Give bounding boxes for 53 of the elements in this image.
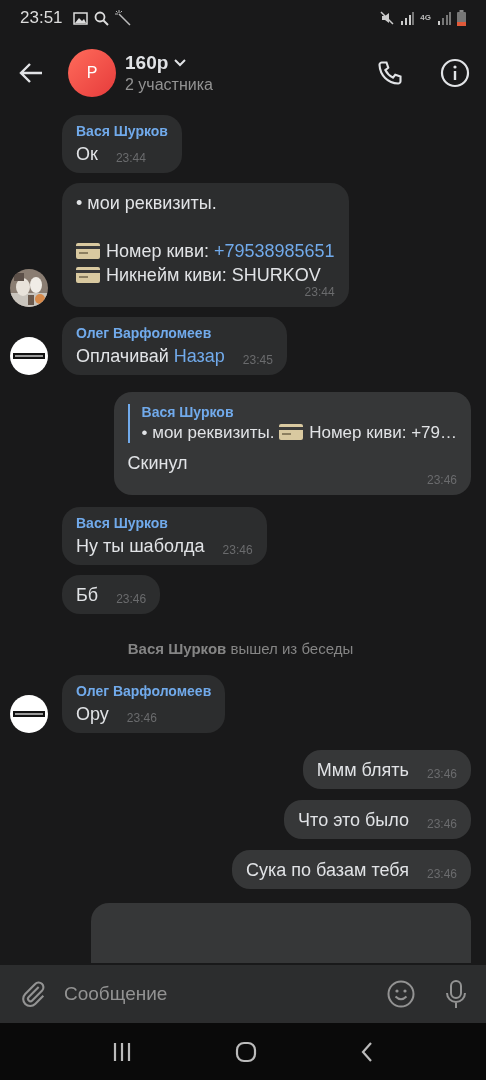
image-icon — [72, 11, 88, 25]
message-input[interactable]: Сообщение — [62, 982, 372, 1006]
message-text: Сука по базам тебя — [246, 859, 409, 882]
recent-apps-button[interactable] — [111, 1042, 132, 1061]
link[interactable]: +79538985651 — [213, 241, 335, 261]
call-button[interactable] — [376, 59, 404, 87]
message-time: 23:44 — [304, 285, 335, 299]
message-time: 23:45 — [242, 353, 273, 367]
network-type: 4G — [420, 14, 431, 22]
message-composer[interactable]: Сообщение — [0, 965, 486, 1023]
message-text: • мои реквизиты. — [76, 192, 218, 215]
message-text: Оплачивай Назар — [76, 345, 225, 368]
back-nav-button[interactable] — [360, 1040, 375, 1063]
info-button[interactable] — [440, 58, 470, 88]
message-text: Что это было — [298, 809, 409, 832]
chevron-down-icon[interactable] — [174, 59, 187, 67]
home-button[interactable] — [235, 1040, 257, 1063]
message-text: Ну ты шаболда — [76, 535, 205, 558]
message-time: 23:46 — [222, 543, 253, 557]
message-text: Ору — [76, 703, 109, 726]
reply-quote[interactable]: Вася Шурков • мои реквизиты. Номер киви: +79… — [127, 404, 457, 443]
sender-name: Вася Шурков — [76, 515, 169, 531]
mute-icon — [380, 11, 395, 25]
status-time: 23:51 — [20, 8, 63, 28]
battery-icon — [457, 10, 466, 26]
search-icon — [93, 10, 109, 26]
message-text: Скинул — [127, 452, 189, 475]
message-text: Бб — [76, 584, 99, 607]
magic-wand-icon — [114, 10, 131, 26]
message-time: 23:46 — [116, 592, 147, 606]
message-time: 23:44 — [115, 151, 146, 165]
chat-title[interactable]: 160р — [125, 52, 169, 74]
sender-name: Вася Шурков — [76, 123, 168, 139]
message-text: Ок — [76, 143, 98, 166]
link[interactable]: Назар — [173, 346, 225, 366]
quote-sender: Вася Шурков — [141, 404, 235, 420]
logo-avatar-icon — [10, 337, 48, 375]
back-button[interactable] — [18, 62, 44, 84]
microphone-button[interactable] — [444, 979, 468, 1009]
signal-icon — [400, 11, 415, 25]
emoji-button[interactable] — [386, 979, 416, 1009]
message-time: 23:46 — [126, 711, 157, 725]
message-text: Никнейм киви: SHURKOV — [76, 263, 335, 287]
message-text: Ммм блять — [316, 759, 409, 782]
member-count: 2 участника — [125, 76, 214, 94]
chat-avatar: Р — [68, 49, 116, 97]
sender-name: Олег Варфоломеев — [76, 325, 213, 341]
logo-avatar-icon — [10, 695, 48, 733]
quote-text: • мои реквизиты. Номер киви: +79… — [141, 423, 457, 443]
sender-name: Олег Варфоломеев — [76, 683, 212, 699]
system-message: Вася Шурков вышел из беседы — [127, 640, 354, 657]
message-text: Номер киви: +79538985651 — [76, 239, 335, 263]
signal-icon — [437, 11, 451, 25]
